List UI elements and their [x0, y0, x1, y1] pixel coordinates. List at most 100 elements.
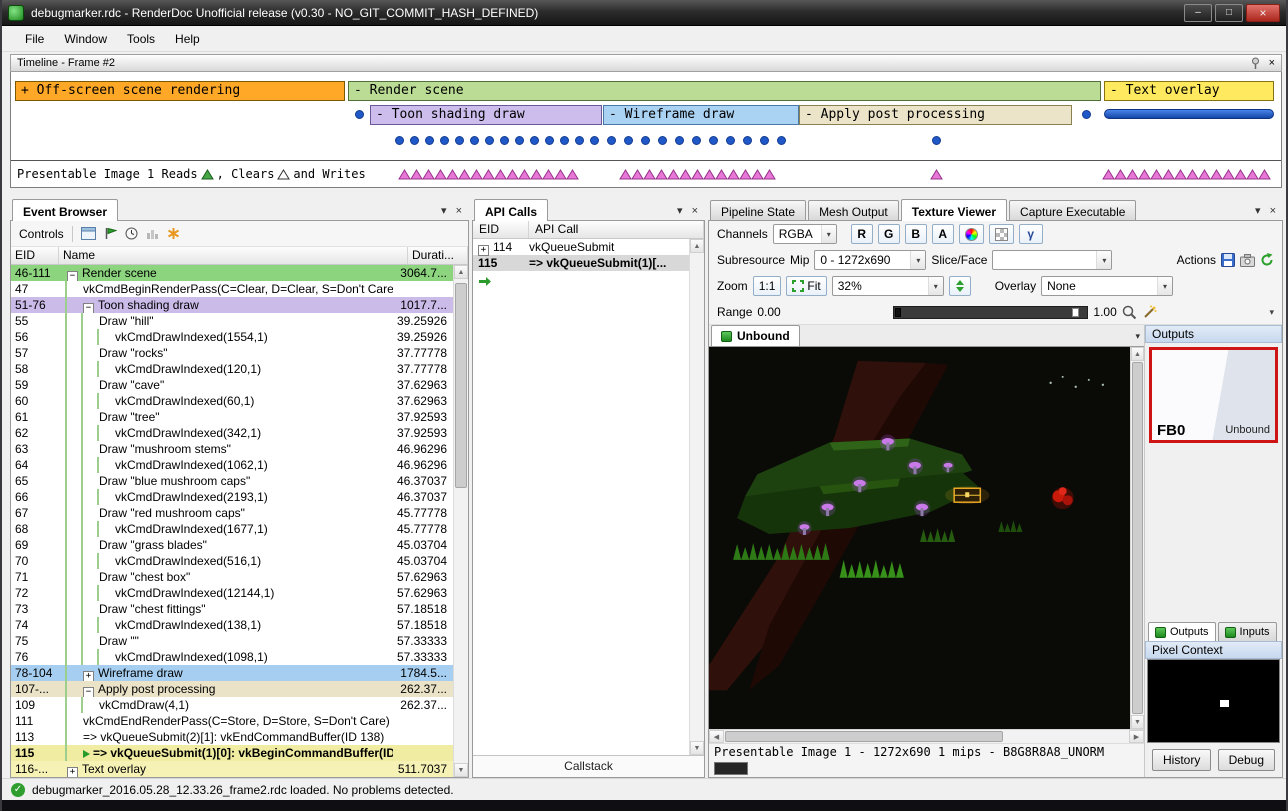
- slice-face-select[interactable]: ▾: [992, 250, 1112, 270]
- event-row[interactable]: 60vkCmdDrawIndexed(60,1)37.62963: [11, 393, 453, 409]
- event-row[interactable]: 76vkCmdDrawIndexed(1098,1)57.33333: [11, 649, 453, 665]
- timeline-subsection[interactable]: - Wireframe draw: [603, 105, 799, 125]
- zoom-1to1-button[interactable]: 1:1: [753, 276, 782, 296]
- scrollbar-thumb[interactable]: [725, 731, 1003, 742]
- range-max-handle[interactable]: [1072, 308, 1079, 317]
- timeline-section[interactable]: + Off-screen scene rendering: [15, 81, 345, 101]
- scroll-down-icon[interactable]: ▼: [1131, 715, 1144, 729]
- close-button[interactable]: ×: [1246, 4, 1280, 22]
- tab-outputs[interactable]: Outputs: [1148, 622, 1216, 641]
- column-duration[interactable]: Durati...: [408, 247, 468, 264]
- save-icon[interactable]: [1221, 253, 1235, 267]
- event-row[interactable]: 72vkCmdDrawIndexed(12144,1)57.62963: [11, 585, 453, 601]
- scroll-up-icon[interactable]: ▲: [1131, 347, 1144, 361]
- draw-event-dot[interactable]: [355, 110, 364, 119]
- timeline-canvas[interactable]: Presentable Image 1 Reads, Clearsand Wri…: [10, 72, 1282, 188]
- event-row[interactable]: 73Draw "chest fittings"57.18518: [11, 601, 453, 617]
- magnifier-icon[interactable]: [1122, 305, 1137, 320]
- event-row[interactable]: 57Draw "rocks"37.77778: [11, 345, 453, 361]
- draw-event-dot[interactable]: [530, 136, 539, 145]
- draw-event-dot[interactable]: [515, 136, 524, 145]
- event-row[interactable]: 113=> vkQueueSubmit(2)[1]: vkEndCommandB…: [11, 729, 453, 745]
- event-row[interactable]: 67Draw "red mushroom caps"45.77778: [11, 505, 453, 521]
- tab-texture-viewer[interactable]: Texture Viewer: [901, 199, 1007, 221]
- event-row[interactable]: 69Draw "grass blades"45.03704: [11, 537, 453, 553]
- event-row[interactable]: 56vkCmdDrawIndexed(1554,1)39.25926: [11, 329, 453, 345]
- event-row[interactable]: 58vkCmdDrawIndexed(120,1)37.77778: [11, 361, 453, 377]
- range-slider[interactable]: [893, 306, 1088, 319]
- maximize-button[interactable]: □: [1215, 4, 1243, 22]
- event-row[interactable]: 78-104+Wireframe draw1784.5...: [11, 665, 453, 681]
- draw-event-dot[interactable]: [500, 136, 509, 145]
- tab-api-calls[interactable]: API Calls: [474, 199, 548, 221]
- write-triangle-icon[interactable]: [1258, 169, 1271, 180]
- scroll-right-icon[interactable]: ▶: [1129, 730, 1144, 743]
- api-calls-scrollbar[interactable]: ▲ ▼: [689, 239, 704, 755]
- api-call-row[interactable]: +114vkQueueSubmit: [473, 239, 689, 255]
- draw-event-dot[interactable]: [709, 136, 718, 145]
- draw-event-dot[interactable]: [1082, 110, 1091, 119]
- autofit-wand-icon[interactable]: [1142, 305, 1157, 320]
- overlay-select[interactable]: None▾: [1041, 276, 1173, 296]
- menu-file[interactable]: File: [16, 29, 53, 49]
- channel-b-button[interactable]: B: [905, 224, 927, 244]
- toolbar-overflow-icon[interactable]: ▾: [1269, 307, 1274, 318]
- draw-event-dot[interactable]: [692, 136, 701, 145]
- draw-event-dot[interactable]: [743, 136, 752, 145]
- history-button[interactable]: History: [1152, 749, 1211, 771]
- menu-tools[interactable]: Tools: [118, 29, 164, 49]
- range-min-handle[interactable]: [895, 308, 901, 317]
- channels-select[interactable]: RGBA▾: [773, 224, 837, 244]
- column-eid[interactable]: EID: [11, 247, 59, 264]
- tab-mesh-output[interactable]: Mesh Output: [808, 200, 899, 220]
- draw-event-dot[interactable]: [624, 136, 633, 145]
- event-row[interactable]: 47vkCmdBeginRenderPass(C=Clear, D=Clear,…: [11, 281, 453, 297]
- close-icon[interactable]: ×: [456, 205, 462, 217]
- timeline-subsection[interactable]: - Apply post processing: [799, 105, 1072, 125]
- api-calls-column-header[interactable]: EID API Call: [473, 221, 704, 239]
- channel-a-button[interactable]: A: [932, 224, 954, 244]
- expander-icon[interactable]: −: [67, 271, 78, 281]
- time-durations-clock-icon[interactable]: [125, 227, 138, 240]
- statistics-chart-icon[interactable]: [146, 227, 159, 240]
- event-row[interactable]: 70vkCmdDrawIndexed(516,1)45.03704: [11, 553, 453, 569]
- close-icon[interactable]: ×: [692, 205, 698, 217]
- controls-button[interactable]: Controls: [19, 227, 64, 241]
- text-overlay-events-bar[interactable]: [1104, 109, 1274, 119]
- expander-icon[interactable]: +: [83, 671, 94, 681]
- scrollbar-thumb[interactable]: [455, 283, 467, 488]
- draw-event-dot[interactable]: [470, 136, 479, 145]
- draw-event-dot[interactable]: [545, 136, 554, 145]
- callstack-section[interactable]: Callstack: [473, 755, 704, 777]
- draw-event-dot[interactable]: [658, 136, 667, 145]
- read-triangle-icon[interactable]: [201, 169, 214, 180]
- event-row[interactable]: 64vkCmdDrawIndexed(1062,1)46.96296: [11, 457, 453, 473]
- color-wheel-button[interactable]: [959, 224, 984, 244]
- panel-menu-icon[interactable]: ▾: [677, 204, 683, 217]
- event-browser-scrollbar[interactable]: ▲ ▼: [453, 265, 468, 777]
- texture-vertical-scrollbar[interactable]: ▲ ▼: [1130, 347, 1144, 729]
- pixel-context-view[interactable]: [1147, 659, 1280, 743]
- fb0-thumbnail[interactable]: FB0 Unbound: [1149, 347, 1278, 443]
- event-row[interactable]: 71Draw "chest box"57.62963: [11, 569, 453, 585]
- column-name[interactable]: Name: [59, 247, 408, 264]
- write-triangle-icon[interactable]: [763, 169, 776, 180]
- event-row[interactable]: 66vkCmdDrawIndexed(2193,1)46.37037: [11, 489, 453, 505]
- jump-to-current-flag-icon[interactable]: [104, 227, 117, 240]
- texture-image[interactable]: [709, 347, 1130, 729]
- draw-event-dot[interactable]: [590, 136, 599, 145]
- bookmark-asterisk-icon[interactable]: [167, 227, 180, 240]
- flip-y-button[interactable]: [949, 276, 971, 296]
- event-row[interactable]: 65Draw "blue mushroom caps"46.37037: [11, 473, 453, 489]
- draw-event-dot[interactable]: [575, 136, 584, 145]
- debug-button[interactable]: Debug: [1218, 749, 1275, 771]
- tab-capture-executable[interactable]: Capture Executable: [1009, 200, 1136, 220]
- expander-icon[interactable]: −: [83, 687, 94, 697]
- event-row[interactable]: 59Draw "cave"37.62963: [11, 377, 453, 393]
- draw-event-dot[interactable]: [675, 136, 684, 145]
- event-row[interactable]: 75Draw ""57.33333: [11, 633, 453, 649]
- draw-event-dot[interactable]: [425, 136, 434, 145]
- scroll-left-icon[interactable]: ◀: [709, 730, 724, 743]
- api-call-row[interactable]: 115=> vkQueueSubmit(1)[...: [473, 255, 689, 271]
- column-api-call[interactable]: API Call: [529, 221, 704, 238]
